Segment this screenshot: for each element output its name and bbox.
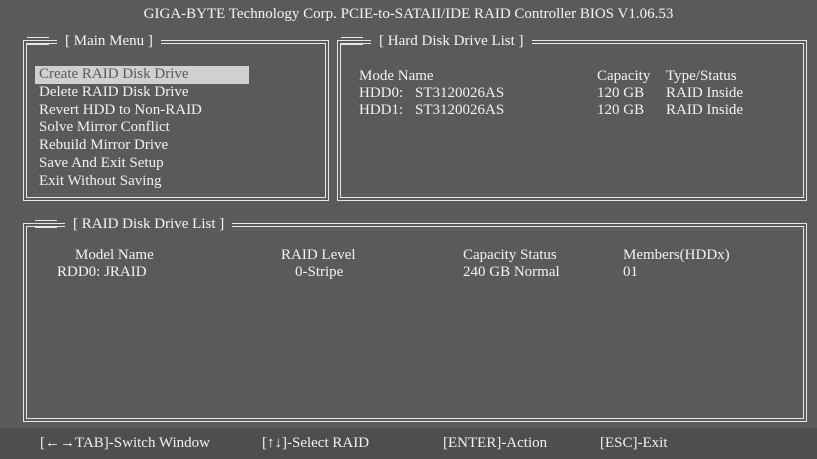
key-help-bar: [←→TAB]-Switch Window [↑↓]-Select RAID [… (0, 428, 817, 459)
hdd-id: HDD1: (359, 102, 404, 118)
select-raid-hint: [↑↓]-Select RAID (262, 435, 370, 451)
enter-action-hint: [ENTER]-Action (443, 435, 548, 451)
hdd-capacity: 120 GB (597, 85, 645, 101)
raid-col-capacity-status: Capacity Status (463, 247, 557, 263)
main-menu-panel[interactable]: [ Main Menu ] Create RAID Disk Drive Del… (23, 33, 329, 201)
raid-capacity-status: 240 GB Normal (463, 264, 560, 280)
main-menu-list: Create RAID Disk Drive Delete RAID Disk … (35, 66, 249, 191)
menu-item-solve-mirror-conflict[interactable]: Solve Mirror Conflict (35, 119, 249, 137)
raid-col-raid-level: RAID Level (281, 247, 356, 263)
esc-exit-hint: [ESC]-Exit (600, 435, 668, 451)
menu-item-exit-without-saving[interactable]: Exit Without Saving (35, 173, 249, 191)
raid-members: 01 (623, 264, 638, 280)
switch-window-hint: [←→TAB]-Switch Window (40, 435, 210, 451)
hdd-status: RAID Inside (666, 102, 744, 118)
raid-col-members: Members(HDDx) (623, 247, 730, 263)
bios-title: GIGA-BYTE Technology Corp. PCIE-to-SATAI… (143, 6, 674, 22)
hdd-list-panel[interactable]: [ Hard Disk Drive List ] Mode Name Capac… (337, 33, 807, 201)
menu-item-delete-raid[interactable]: Delete RAID Disk Drive (35, 84, 249, 102)
raid-col-model-name: Model Name (75, 247, 154, 263)
hdd-col-mode-name: Mode Name (359, 68, 434, 84)
hdd-status: RAID Inside (666, 85, 744, 101)
raid-level: 0-Stripe (295, 264, 344, 280)
hdd-col-type-status: Type/Status (666, 68, 737, 84)
hdd-model: ST3120026AS (415, 102, 505, 118)
menu-item-rebuild-mirror[interactable]: Rebuild Mirror Drive (35, 137, 249, 155)
raid-name: RDD0: JRAID (57, 264, 147, 280)
raid-list-heading: [ RAID Disk Drive List ] (34, 216, 233, 233)
main-menu-heading: [ Main Menu ] (27, 33, 161, 50)
hdd-capacity: 120 GB (597, 102, 645, 118)
menu-item-revert-hdd[interactable]: Revert HDD to Non-RAID (35, 102, 249, 120)
hdd-list-heading: [ Hard Disk Drive List ] (341, 33, 532, 50)
raid-list-panel[interactable]: [ RAID Disk Drive List ] Model Name RAID… (23, 216, 807, 422)
hdd-id: HDD0: (359, 85, 404, 101)
hdd-col-capacity: Capacity (597, 68, 651, 84)
menu-item-create-raid[interactable]: Create RAID Disk Drive (35, 66, 249, 84)
hdd-model: ST3120026AS (415, 85, 505, 101)
menu-item-save-exit[interactable]: Save And Exit Setup (35, 155, 249, 173)
